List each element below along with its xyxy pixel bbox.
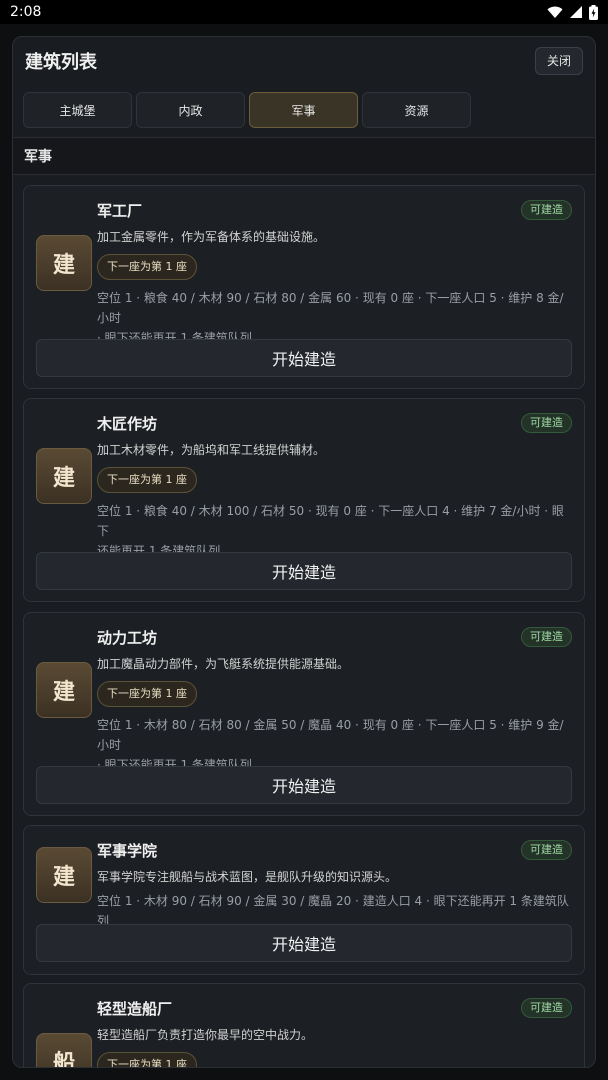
building-name: 木匠作坊 [97,415,158,433]
start-build-button[interactable]: 开始建造 [36,766,572,804]
status-badge: 可建造 [521,998,572,1018]
wifi-icon [547,6,563,18]
building-description: 军事学院专注舰船与战术蓝图，是舰队升级的知识源头。 [97,870,398,884]
building-description: 轻型造船厂负责打造你最早的空中战力。 [97,1028,314,1042]
status-badge: 可建造 [521,627,572,647]
status-badge: 可建造 [521,840,572,860]
start-build-button[interactable]: 开始建造 [36,339,572,377]
status-icons [547,4,598,20]
next-building-chip: 下一座为第 1 座 [97,254,197,280]
next-building-chip: 下一座为第 1 座 [97,681,197,707]
building-card-light-shipyard: 船 轻型造船厂 可建造 轻型造船厂负责打造你最早的空中战力。 下一座为第 1 座 [23,983,585,1067]
building-icon: 建 [36,235,92,291]
building-description: 加工木材零件，为船坞和军工线提供辅材。 [97,443,326,457]
panel-title: 建筑列表 [25,52,97,73]
building-icon: 建 [36,448,92,504]
building-card-military-factory: 建 军工厂 可建造 加工金属零件，作为军备体系的基础设施。 下一座为第 1 座 … [23,185,585,389]
panel-header: 建筑列表 关闭 [13,37,595,85]
building-description: 加工金属零件，作为军备体系的基础设施。 [97,230,326,244]
building-icon: 建 [36,847,92,903]
building-icon: 船 [36,1033,92,1067]
status-badge: 可建造 [521,200,572,220]
status-time: 2:08 [10,4,42,20]
tab-domestic[interactable]: 内政 [136,92,245,128]
building-card-military-academy: 建 军事学院 可建造 军事学院专注舰船与战术蓝图，是舰队升级的知识源头。 空位 … [23,825,585,975]
section-title: 军事 [13,137,595,175]
building-list-panel: 建筑列表 关闭 主城堡 内政 军事 资源 军事 建 军工厂 可建造 加工金属零件… [12,36,596,1068]
status-badge: 可建造 [521,413,572,433]
cost-line: 空位 1 · 粮食 40 / 木材 90 / 石材 80 / 金属 60 · 现… [97,291,564,325]
building-name: 动力工坊 [97,629,158,647]
building-card-power-workshop: 建 动力工坊 可建造 加工魔晶动力部件，为飞艇系统提供能源基础。 下一座为第 1… [23,612,585,816]
close-button[interactable]: 关闭 [534,47,583,75]
category-tabs: 主城堡 内政 军事 资源 [23,92,471,128]
status-bar: 2:08 [0,0,608,24]
tab-resources[interactable]: 资源 [362,92,471,128]
tab-main-castle[interactable]: 主城堡 [23,92,132,128]
building-card-carpentry: 建 木匠作坊 可建造 加工木材零件，为船坞和军工线提供辅材。 下一座为第 1 座… [23,398,585,602]
building-icon: 建 [36,662,92,718]
next-building-chip: 下一座为第 1 座 [97,467,197,493]
start-build-button[interactable]: 开始建造 [36,924,572,962]
building-name: 军事学院 [97,842,158,860]
signal-icon [570,6,582,18]
next-building-chip: 下一座为第 1 座 [97,1052,197,1067]
tab-military[interactable]: 军事 [249,92,358,128]
cost-line: 空位 1 · 木材 80 / 石材 80 / 金属 50 / 魔晶 40 · 现… [97,718,564,752]
cost-line: 空位 1 · 粮食 40 / 木材 100 / 石材 50 · 现有 0 座 ·… [97,504,564,538]
start-build-button[interactable]: 开始建造 [36,552,572,590]
building-name: 轻型造船厂 [97,1000,173,1018]
building-description: 加工魔晶动力部件，为飞艇系统提供能源基础。 [97,657,350,671]
building-name: 军工厂 [97,202,143,220]
battery-icon [589,4,598,20]
